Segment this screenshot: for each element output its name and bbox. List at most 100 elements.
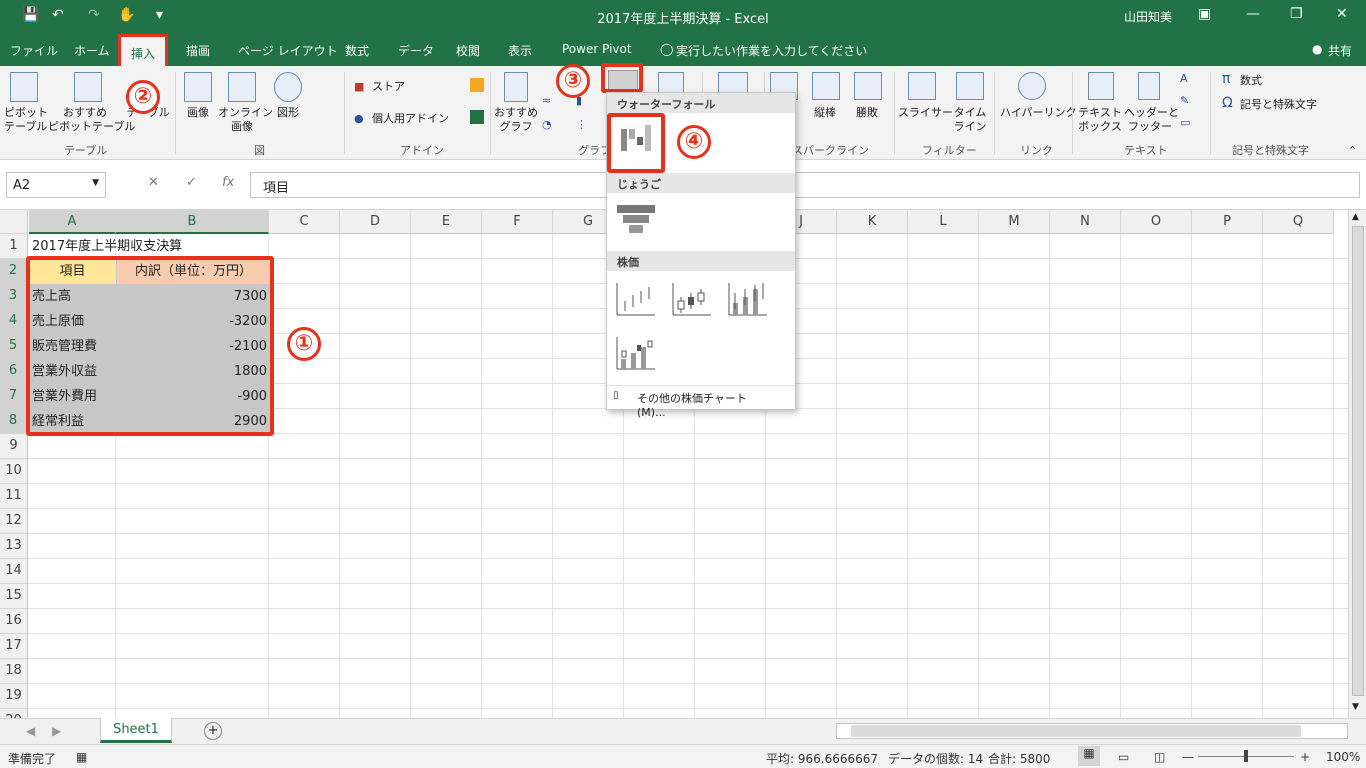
stock-vohlc-icon[interactable] xyxy=(615,333,657,373)
column-header[interactable]: E xyxy=(411,210,482,234)
row-header[interactable]: 16 xyxy=(0,609,28,634)
winloss-sparkline-button[interactable]: 勝敗 xyxy=(856,106,878,120)
row-header[interactable]: 3 xyxy=(0,284,28,309)
funnel-chart-icon[interactable] xyxy=(615,199,657,239)
share-button[interactable]: 共有 xyxy=(1328,42,1352,59)
prev-sheet-icon[interactable]: ◀ xyxy=(26,724,35,738)
recommended-pivot-button[interactable]: おすすめ ピボットテーブル xyxy=(48,106,135,134)
select-all-corner[interactable] xyxy=(0,210,28,234)
signature-icon[interactable]: ✎ xyxy=(1180,94,1189,108)
column-header[interactable]: M xyxy=(979,210,1050,234)
row-header[interactable]: 8 xyxy=(0,409,28,434)
textbox-button[interactable]: テキスト ボックス xyxy=(1076,106,1124,134)
stock-vhlc-icon[interactable] xyxy=(727,279,769,319)
slicer-button[interactable]: スライサー xyxy=(898,106,953,120)
row-header[interactable]: 12 xyxy=(0,509,28,534)
row-header[interactable]: 13 xyxy=(0,534,28,559)
tab-data[interactable]: データ xyxy=(398,42,434,59)
scatter-chart-icon[interactable]: ⋮ xyxy=(576,118,587,132)
minimize-icon[interactable]: — xyxy=(1246,6,1260,22)
wordart-icon[interactable]: A xyxy=(1180,72,1188,86)
horizontal-scrollbar[interactable] xyxy=(836,723,1348,739)
column-header[interactable]: F xyxy=(482,210,553,234)
scroll-up-icon[interactable]: ▲ xyxy=(1352,212,1359,222)
more-stock-charts[interactable]: ▯ その他の株価チャート(M)... xyxy=(607,385,795,419)
bing-icon[interactable] xyxy=(470,78,484,92)
zoom-slider-thumb[interactable] xyxy=(1244,750,1248,762)
collapse-ribbon-icon[interactable]: ⌃ xyxy=(1348,144,1357,158)
tab-page-layout[interactable]: ページ レイアウト xyxy=(238,42,338,59)
zoom-level[interactable]: 100% xyxy=(1326,750,1360,764)
people-graph-icon[interactable] xyxy=(470,110,484,124)
row-header[interactable]: 5 xyxy=(0,334,28,359)
column-header[interactable]: L xyxy=(908,210,979,234)
line-chart-icon[interactable]: ≈ xyxy=(542,94,551,108)
user-name[interactable]: 山田知美 xyxy=(1124,8,1172,25)
row-header[interactable]: 2 xyxy=(0,259,28,284)
zoom-in-icon[interactable]: + xyxy=(1300,750,1310,764)
tab-view[interactable]: 表示 xyxy=(508,42,532,59)
sheet-tab[interactable]: Sheet1 xyxy=(100,718,172,743)
row-header[interactable]: 11 xyxy=(0,484,28,509)
object-icon[interactable]: ▭ xyxy=(1180,116,1190,130)
close-icon[interactable]: ✕ xyxy=(1336,6,1348,22)
row-header[interactable]: 1 xyxy=(0,234,28,259)
pivot-table-button[interactable]: ピボット テーブル xyxy=(4,106,48,134)
tab-review[interactable]: 校閲 xyxy=(456,42,480,59)
row-header[interactable]: 7 xyxy=(0,384,28,409)
row-header[interactable]: 15 xyxy=(0,584,28,609)
symbol-button[interactable]: 記号と特殊文字 xyxy=(1240,98,1317,112)
row-header[interactable]: 19 xyxy=(0,684,28,709)
stock-hlc-icon[interactable] xyxy=(615,279,657,319)
tab-draw[interactable]: 描画 xyxy=(186,42,210,59)
my-addins-button[interactable]: 個人用アドイン xyxy=(372,112,449,126)
online-picture-button[interactable]: オンライン 画像 xyxy=(218,106,273,134)
page-break-view-icon[interactable]: ◫ xyxy=(1154,750,1165,764)
column-header[interactable]: K xyxy=(837,210,908,234)
shapes-button[interactable]: 図形 xyxy=(270,106,306,120)
picture-button[interactable]: 画像 xyxy=(180,106,216,120)
tab-home[interactable]: ホーム xyxy=(74,42,110,59)
column-header[interactable]: B xyxy=(116,210,269,234)
column-sparkline-button[interactable]: 縦棒 xyxy=(814,106,836,120)
column-header[interactable]: D xyxy=(340,210,411,234)
row-header[interactable]: 17 xyxy=(0,634,28,659)
header-footer-button[interactable]: ヘッダーと フッター xyxy=(1124,106,1179,134)
scroll-thumb[interactable] xyxy=(1352,226,1364,696)
row-header[interactable]: 18 xyxy=(0,659,28,684)
store-button[interactable]: ストア xyxy=(372,80,405,94)
row-header[interactable]: 9 xyxy=(0,434,28,459)
row-header[interactable]: 20 xyxy=(0,709,28,718)
restore-icon[interactable]: ❐ xyxy=(1290,6,1303,22)
cancel-icon[interactable]: ✕ xyxy=(148,175,159,190)
column-header[interactable]: A xyxy=(29,210,116,234)
equation-button[interactable]: 数式 xyxy=(1240,74,1262,88)
column-header[interactable]: P xyxy=(1192,210,1263,234)
row-header[interactable]: 14 xyxy=(0,559,28,584)
zoom-out-icon[interactable]: — xyxy=(1182,750,1194,764)
column-header[interactable]: Q xyxy=(1263,210,1334,234)
add-sheet-icon[interactable]: + xyxy=(204,722,222,740)
row-header[interactable]: 6 xyxy=(0,359,28,384)
tab-power-pivot[interactable]: Power Pivot xyxy=(562,42,632,56)
hscroll-thumb[interactable] xyxy=(851,725,1301,737)
scroll-down-icon[interactable]: ▼ xyxy=(1352,702,1359,712)
next-sheet-icon[interactable]: ▶ xyxy=(52,724,61,738)
macro-record-icon[interactable]: ▦ xyxy=(76,750,87,764)
column-header[interactable]: C xyxy=(269,210,340,234)
tab-formulas[interactable]: 数式 xyxy=(345,42,369,59)
tab-file[interactable]: ファイル xyxy=(10,42,58,59)
column-header[interactable]: N xyxy=(1050,210,1121,234)
column-header[interactable]: O xyxy=(1121,210,1192,234)
row-header[interactable]: 10 xyxy=(0,459,28,484)
hyperlink-button[interactable]: ハイパーリンク xyxy=(1000,106,1077,120)
formula-input[interactable]: 項目 xyxy=(250,172,1360,198)
stock-ohlc-icon[interactable] xyxy=(671,279,713,319)
ribbon-display-icon[interactable]: ▣ xyxy=(1198,6,1211,22)
tell-me-input[interactable]: 実行したい作業を入力してください xyxy=(676,42,867,59)
chevron-down-icon[interactable]: ▼ xyxy=(92,178,99,188)
name-box[interactable]: A2 ▼ xyxy=(6,172,106,198)
insert-function-icon[interactable]: fx xyxy=(222,175,234,190)
timeline-button[interactable]: タイム ライン xyxy=(950,106,990,134)
pie-chart-icon[interactable]: ◔ xyxy=(542,118,552,132)
